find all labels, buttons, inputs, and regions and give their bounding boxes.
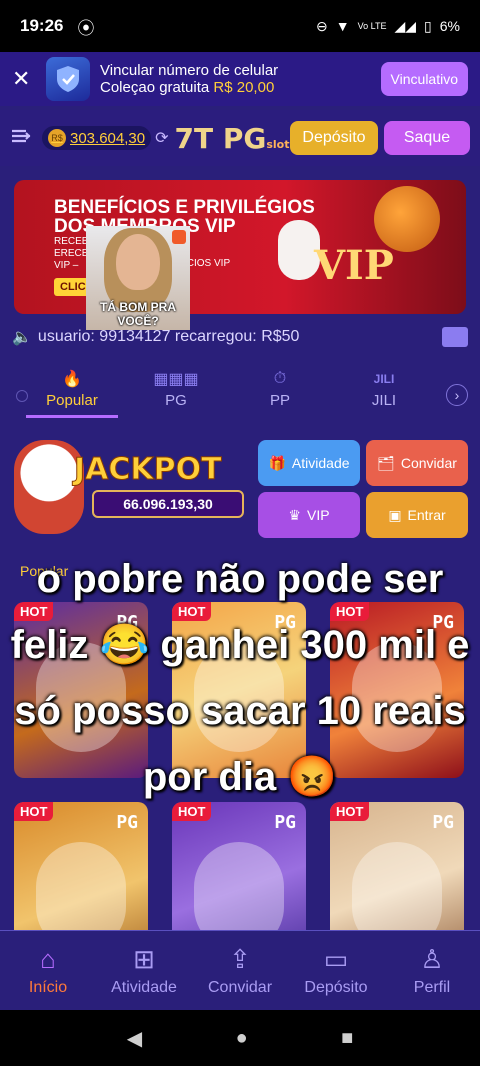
banner-subtext-2: ÍCIOS VIP: [184, 258, 231, 269]
jili-icon: JILI: [373, 372, 395, 386]
share-icon: ⇪: [229, 944, 251, 974]
gift-icon: 🎁: [268, 454, 286, 471]
mail-icon[interactable]: [442, 327, 468, 347]
banner-subtext: RECEB ERECE VIP –: [54, 236, 89, 271]
face: [116, 234, 160, 290]
withdraw-button[interactable]: Saque: [384, 121, 470, 155]
invite-button[interactable]: 🗂 Convidar: [366, 440, 468, 486]
home-icon: ⌂: [40, 944, 56, 974]
promo-text: Vincular número de celular Coleçao gratu…: [100, 62, 278, 96]
deposit-button[interactable]: Depósito: [290, 121, 378, 155]
nav-deposit[interactable]: ▭ Depósito: [288, 931, 384, 1010]
category-tabs: 🔥 Popular ▦▦▦ PG ⏱ PP JILI JILI: [0, 366, 480, 430]
meme-caption: o pobre não pode ser feliz 😂 ganhei 300 …: [10, 557, 470, 799]
signal-icon: ◢◢: [394, 17, 417, 34]
user-icon: ♙: [420, 944, 444, 974]
provider-label: PG: [274, 812, 296, 833]
close-icon[interactable]: ✕: [12, 66, 40, 92]
dnd-icon: ⊖: [316, 17, 328, 34]
activity-button[interactable]: 🎁 Atividade: [258, 440, 360, 486]
bottom-nav: ⌂ Início ⊞ Atividade ⇪ Convidar ▭ Depósi…: [0, 930, 480, 1010]
crown-icon: ♛: [288, 506, 301, 523]
system-nav-bar: ◀ ● ■: [0, 1010, 480, 1066]
notification-icon: ⦿: [77, 18, 95, 38]
wifi-icon: ▼: [335, 18, 350, 34]
marquee-text: usuario: 99134127 recarregou: R$50: [37, 328, 300, 345]
brand-logo: 7T PGslot: [174, 121, 290, 155]
provider-label: PG: [116, 812, 138, 833]
promo-amount: R$ 20,00: [213, 79, 275, 96]
status-icons: ⊖ ▼ Vo LTE ◢◢ ▯ 6%: [316, 18, 460, 35]
shield-icon: [46, 57, 90, 101]
clock: 19:26: [20, 16, 64, 35]
tab-jili[interactable]: JILI JILI: [332, 366, 436, 409]
bind-phone-button[interactable]: Vinculativo: [380, 62, 468, 96]
gift-icon: ⊞: [133, 944, 155, 974]
tab-pp[interactable]: ⏱ PP: [228, 366, 332, 409]
nav-invite[interactable]: ⇪ Convidar: [192, 931, 288, 1010]
recents-icon[interactable]: ■: [341, 1027, 353, 1050]
promo-line2: Coleçao gratuita R$ 20,00: [100, 79, 275, 96]
back-icon[interactable]: ◀: [127, 1026, 142, 1051]
menu-icon[interactable]: [10, 128, 34, 149]
top-bar: R$ 303.604,30 ⟳ 7T PGslot Depósito Saque: [0, 110, 480, 166]
jackpot-amount: 66.096.193,30: [92, 490, 244, 518]
calendar-icon: ▣: [388, 506, 402, 523]
sticker-badge: [172, 230, 186, 244]
battery-percent: 6%: [439, 18, 460, 34]
status-bar: 19:26 ⦿ ⊖ ▼ Vo LTE ◢◢ ▯ 6%: [0, 0, 480, 52]
chevron-right-icon[interactable]: ›: [446, 384, 468, 406]
flame-icon: 🔥: [62, 371, 82, 388]
provider-label: PG: [432, 812, 454, 833]
refresh-icon[interactable]: ⟳: [155, 128, 168, 148]
balance-value: 303.604,30: [70, 129, 146, 147]
enter-button[interactable]: ▣ Entrar: [366, 492, 468, 538]
brand-sub: slot: [266, 137, 290, 151]
lte-label: Vo LTE: [357, 21, 387, 31]
promo-banner: ✕ Vincular número de celular Coleçao gra…: [0, 52, 480, 106]
vip-banner[interactable]: BENEFÍCIOS E PRIVILÉGIOS DOS MEMBROS VIP…: [14, 180, 466, 314]
invite-icon: 🗂: [377, 454, 395, 471]
pp-icon: ⏱: [273, 370, 287, 387]
jackpot-title: JACKPOT: [74, 452, 223, 488]
nav-profile[interactable]: ♙ Perfil: [384, 931, 480, 1010]
jackpot-banner: JACKPOT 66.096.193,30: [14, 440, 250, 538]
home-circle-icon[interactable]: ●: [236, 1027, 248, 1050]
tab-pg[interactable]: ▦▦▦ PG: [124, 366, 228, 409]
meme-sticker: TÁ BOM PRA VOCÊ?: [86, 226, 190, 330]
pg-icon: ▦▦▦: [153, 371, 199, 388]
vip-text: VIP: [314, 242, 394, 289]
vip-button[interactable]: ♛ VIP: [258, 492, 360, 538]
wallet-icon: ▭: [323, 944, 349, 974]
nav-home[interactable]: ⌂ Início: [0, 931, 96, 1010]
promo-line1: Vincular número de celular: [100, 62, 279, 79]
coin-icon: R$: [48, 129, 66, 147]
speaker-icon: 🔈: [12, 329, 32, 346]
recharge-marquee: 🔈 usuario: 99134127 recarregou: R$50: [0, 322, 480, 352]
balance-display[interactable]: R$ 303.604,30: [42, 126, 152, 150]
battery-icon: ▯: [424, 17, 432, 34]
tab-popular[interactable]: 🔥 Popular: [20, 366, 124, 418]
nav-activity[interactable]: ⊞ Atividade: [96, 931, 192, 1010]
